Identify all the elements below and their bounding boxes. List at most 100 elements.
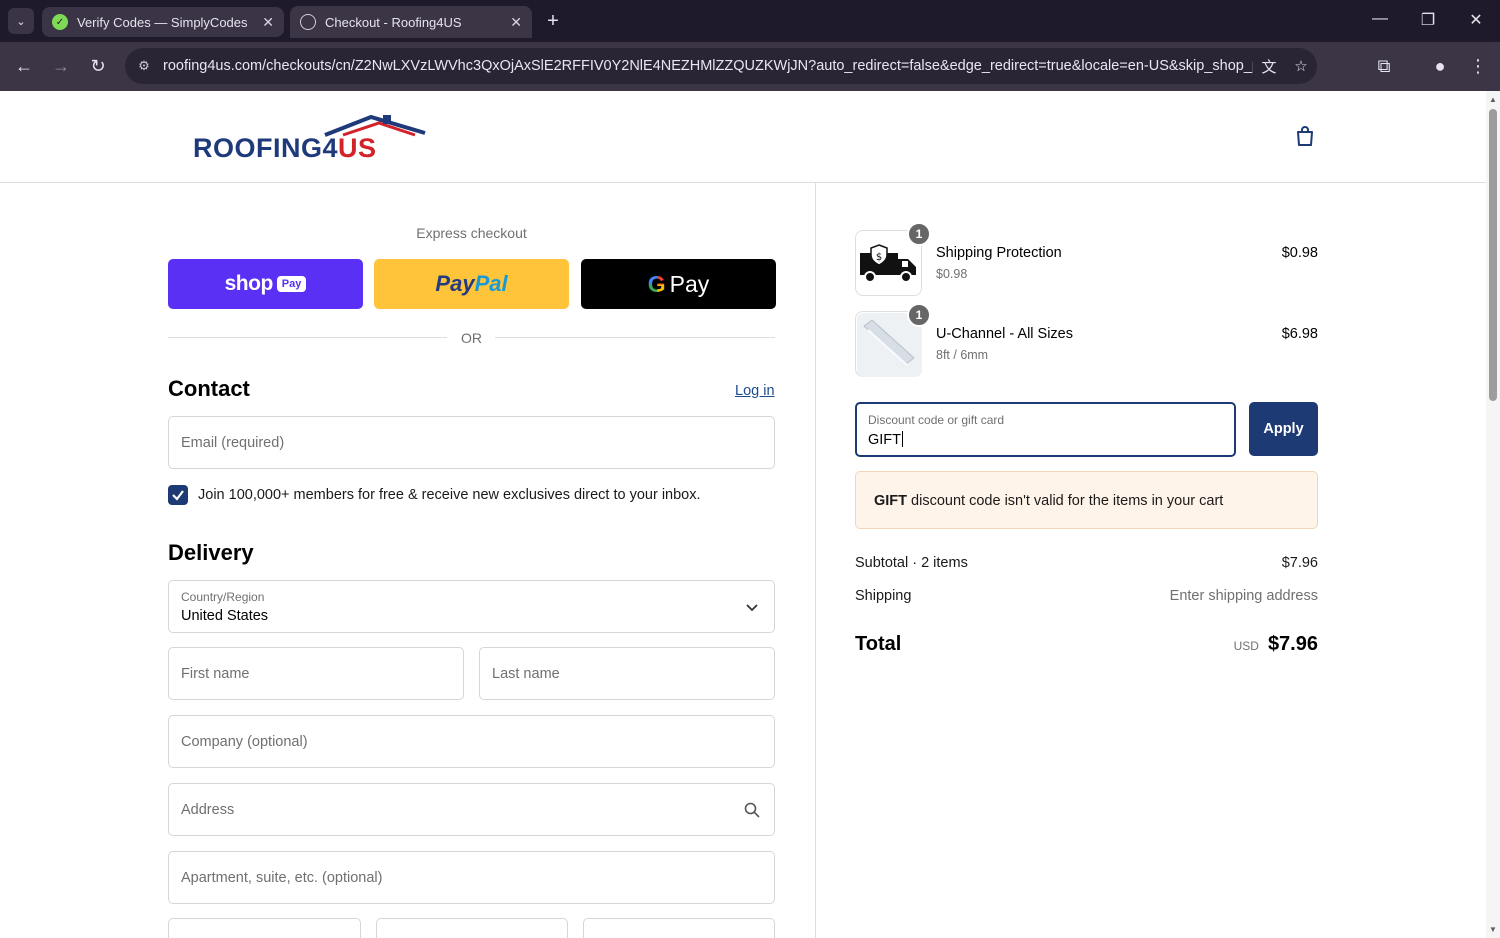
quantity-badge: 1 <box>907 222 931 246</box>
page-scrollbar[interactable]: ▲ ▼ <box>1486 91 1500 938</box>
subtotal-label: Subtotal · 2 items <box>855 555 968 571</box>
total-amount-wrap: USD $7.96 <box>1234 633 1318 656</box>
scrollbar-thumb[interactable] <box>1489 109 1497 401</box>
notice-code: GIFT <box>874 493 908 509</box>
address-field[interactable]: Address <box>168 783 775 836</box>
bookmark-star-icon[interactable]: ☆ <box>1285 57 1317 75</box>
shop-pay-wordmark: shop <box>224 272 274 295</box>
delivery-heading: Delivery <box>168 540 254 565</box>
newsletter-checkbox[interactable] <box>168 485 188 505</box>
newsletter-label: Join 100,000+ members for free & receive… <box>198 487 701 503</box>
paypal-wordmark-a: Pay <box>435 271 475 296</box>
scroll-up-arrow-icon[interactable]: ▲ <box>1489 95 1497 104</box>
log-in-link[interactable]: Log in <box>735 383 775 399</box>
google-g-icon: G <box>647 270 666 297</box>
browser-tab-strip: ⌄ ✓ Verify Codes — SimplyCodes ✕ Checkou… <box>0 0 1500 42</box>
browser-toolbar: ← → ↻ ⚙ roofing4us.com/checkouts/cn/Z2Nw… <box>0 42 1500 91</box>
email-placeholder: Email (required) <box>181 434 285 451</box>
window-close-icon[interactable]: ✕ <box>1464 10 1488 30</box>
product-thumbnail: $ 1 <box>855 222 931 296</box>
item-variant: $0.98 <box>936 267 968 281</box>
discount-code-input[interactable]: Discount code or gift card GIFT <box>855 402 1236 457</box>
tab-title: Verify Codes — SimplyCodes <box>77 14 248 30</box>
discount-value-wrap: GIFT <box>868 431 904 448</box>
text-caret <box>902 431 904 447</box>
company-placeholder: Company (optional) <box>181 733 308 750</box>
shipping-row: Shipping Enter shipping address <box>855 588 1318 604</box>
address-bar[interactable]: ⚙ roofing4us.com/checkouts/cn/Z2NwLXVzLW… <box>125 48 1317 84</box>
checkout-header: ROOFING4US <box>0 91 1486 183</box>
tab-checkout[interactable]: Checkout - Roofing4US ✕ <box>290 6 532 38</box>
globe-favicon-icon <box>300 14 316 30</box>
shop-pay-pill: Pay <box>276 276 307 292</box>
apartment-placeholder: Apartment, suite, etc. (optional) <box>181 869 383 886</box>
column-divider <box>815 183 816 938</box>
country-value: United States <box>181 608 269 624</box>
tab-close-icon[interactable]: ✕ <box>510 14 522 31</box>
total-value: $7.96 <box>1267 633 1318 655</box>
first-name-field[interactable]: First name <box>168 647 464 700</box>
express-checkout-label: Express checkout <box>416 225 527 241</box>
restore-icon[interactable]: ❐ <box>1416 10 1440 30</box>
address-placeholder: Address <box>181 801 235 818</box>
item-name: U-Channel - All Sizes <box>936 326 1073 342</box>
last-name-field[interactable]: Last name <box>479 647 775 700</box>
back-arrow-icon[interactable]: ← <box>12 54 36 78</box>
shop-pay-button[interactable]: shop Pay <box>168 259 363 309</box>
country-label: Country/Region <box>181 590 265 604</box>
chevron-down-icon <box>746 603 758 611</box>
gpay-wordmark: Pay <box>669 270 710 297</box>
tab-search-chevron-icon[interactable]: ⌄ <box>8 8 34 34</box>
minimize-icon[interactable]: — <box>1368 10 1392 28</box>
tab-close-icon[interactable]: ✕ <box>262 14 274 31</box>
forward-arrow-icon[interactable]: → <box>49 54 73 78</box>
apartment-field[interactable]: Apartment, suite, etc. (optional) <box>168 851 775 904</box>
item-price: $6.98 <box>1281 326 1318 342</box>
paypal-button[interactable]: Pay Pal <box>374 259 569 309</box>
tab-title: Checkout - Roofing4US <box>325 14 462 30</box>
extensions-puzzle-icon[interactable]: ⧉ <box>1372 54 1396 78</box>
quantity-badge: 1 <box>907 303 931 327</box>
new-tab-plus-icon[interactable]: + <box>541 9 565 33</box>
line-item: $ 1 Shipping Protection $0.98 $0.98 <box>855 222 1318 296</box>
country-select[interactable]: Country/Region United States <box>168 580 775 633</box>
or-divider: OR <box>168 328 775 348</box>
shipping-value: Enter shipping address <box>1169 588 1318 604</box>
tab-simplycodes[interactable]: ✓ Verify Codes — SimplyCodes ✕ <box>42 7 284 37</box>
item-name: Shipping Protection <box>936 245 1062 261</box>
shopping-bag-icon[interactable] <box>1293 124 1317 148</box>
svg-text:$: $ <box>876 252 882 263</box>
checkmark-icon <box>172 490 184 501</box>
logo-text-main: ROOFING4 <box>193 133 339 163</box>
roofing4us-logo[interactable]: ROOFING4US <box>193 113 427 164</box>
notice-text: GIFT discount code isn't valid for the i… <box>874 493 1223 509</box>
simplycodes-favicon-icon: ✓ <box>52 14 68 30</box>
company-field[interactable]: Company (optional) <box>168 715 775 768</box>
apply-button[interactable]: Apply <box>1249 402 1318 456</box>
browser-menu-icon[interactable]: ⋮ <box>1466 54 1490 78</box>
paypal-wordmark-b: Pal <box>474 271 508 296</box>
logo-wordmark: ROOFING4US <box>193 133 377 164</box>
url-text[interactable]: roofing4us.com/checkouts/cn/Z2NwLXVzLWVh… <box>163 58 1253 74</box>
site-info-icon[interactable]: ⚙ <box>125 58 163 74</box>
discount-value: GIFT <box>868 432 902 448</box>
state-field[interactable] <box>376 918 568 938</box>
newsletter-option[interactable]: Join 100,000+ members for free & receive… <box>168 485 701 505</box>
city-field[interactable] <box>168 918 361 938</box>
item-price: $0.98 <box>1281 245 1318 261</box>
subtotal-value: $7.96 <box>1281 555 1318 571</box>
shipping-label: Shipping <box>855 588 912 604</box>
reload-icon[interactable]: ↻ <box>86 54 110 78</box>
zip-field[interactable] <box>583 918 775 938</box>
subtotal-row: Subtotal · 2 items $7.96 <box>855 555 1318 571</box>
last-name-placeholder: Last name <box>492 665 560 682</box>
scroll-down-arrow-icon[interactable]: ▼ <box>1489 925 1497 934</box>
email-field[interactable]: Email (required) <box>168 416 775 469</box>
google-pay-button[interactable]: G Pay <box>581 259 776 309</box>
profile-avatar-icon[interactable]: ● <box>1428 54 1452 78</box>
translate-icon[interactable]: 文 <box>1253 56 1285 77</box>
item-variant: 8ft / 6mm <box>936 348 989 362</box>
line-item: 1 U-Channel - All Sizes 8ft / 6mm $6.98 <box>855 303 1318 377</box>
discount-error-notice: GIFT discount code isn't valid for the i… <box>855 471 1318 529</box>
search-icon <box>744 802 760 818</box>
